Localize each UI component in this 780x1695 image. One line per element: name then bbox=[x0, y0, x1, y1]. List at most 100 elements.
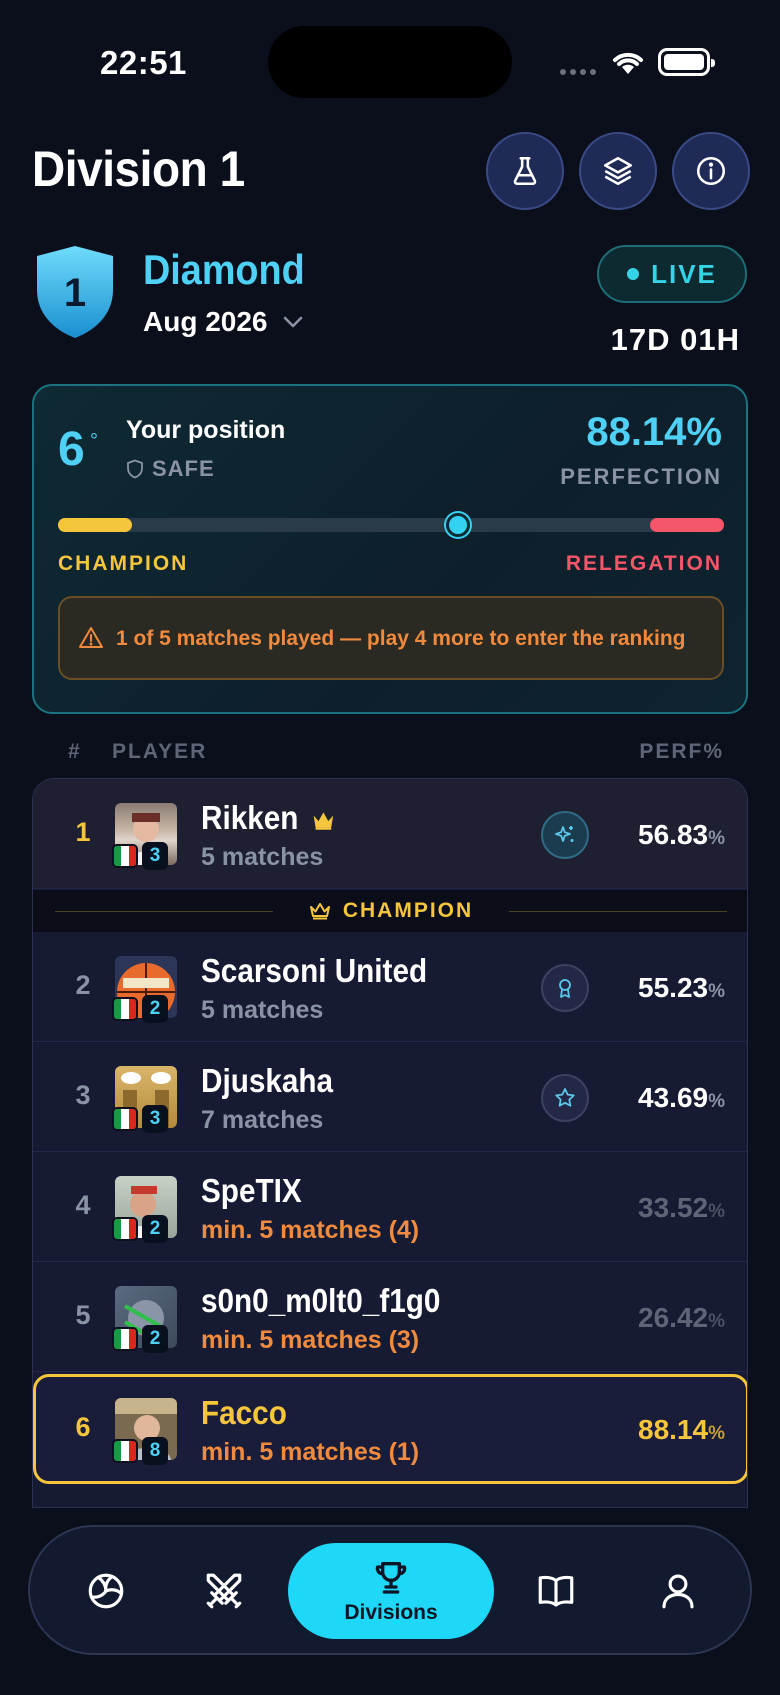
status-bar: 22:51 bbox=[0, 0, 780, 120]
row-rank: 4 bbox=[75, 1190, 91, 1220]
perf-unit: % bbox=[708, 1423, 725, 1444]
champion-separator: CHAMPION bbox=[33, 890, 747, 932]
champion-zone-label: CHAMPION bbox=[58, 552, 189, 575]
player-perf: 26.42% bbox=[638, 1302, 725, 1334]
month-label: Aug 2026 bbox=[143, 306, 268, 337]
flag-italy-icon bbox=[112, 844, 138, 868]
row-rank: 6 bbox=[75, 1412, 91, 1442]
month-selector[interactable]: Aug 2026 bbox=[143, 306, 304, 338]
perf-unit: % bbox=[708, 1311, 725, 1332]
warning-icon bbox=[79, 627, 103, 648]
matches-warning: 1 of 5 matches played — play 4 more to e… bbox=[58, 596, 724, 680]
warning-text: 1 of 5 matches played — play 4 more to e… bbox=[116, 626, 686, 650]
page-title: Division 1 bbox=[32, 141, 245, 197]
level-badge: 2 bbox=[142, 1325, 168, 1353]
perf-value: 55.23 bbox=[638, 972, 709, 1003]
division-shield-icon: 1 bbox=[37, 246, 113, 338]
sparkles-icon bbox=[555, 826, 574, 842]
table-row[interactable]: 2 2 Scarsoni United 5 matches 55.23% bbox=[33, 932, 747, 1042]
nav-rules[interactable] bbox=[524, 1559, 588, 1623]
table-row[interactable]: 3 3 Djuskaha 7 matches 43.69% bbox=[33, 1042, 747, 1152]
status-time: 22:51 bbox=[100, 44, 187, 81]
perf-value: 56.83 bbox=[638, 819, 709, 850]
level-badge: 2 bbox=[142, 1215, 168, 1243]
flag-italy-icon bbox=[112, 1439, 138, 1463]
season-countdown: 17D 01H bbox=[610, 322, 740, 357]
nav-divisions-label: Divisions bbox=[344, 1601, 438, 1624]
info-button[interactable] bbox=[672, 132, 750, 210]
chevron-down-icon bbox=[283, 316, 302, 328]
row-rank: 1 bbox=[75, 817, 91, 847]
row-rank: 5 bbox=[75, 1300, 91, 1330]
player-perf: 33.52% bbox=[638, 1192, 725, 1224]
nav-profile[interactable] bbox=[646, 1559, 710, 1623]
perf-unit: % bbox=[708, 1091, 725, 1112]
table-row-current-user[interactable]: 6 8 Facco min. 5 matches (1) 88.14% bbox=[33, 1374, 747, 1484]
column-rank: # bbox=[68, 740, 82, 763]
player-matches: min. 5 matches (3) bbox=[201, 1326, 420, 1354]
player-name: Scarsoni United bbox=[201, 952, 428, 989]
player-perf: 88.14% bbox=[638, 1414, 725, 1446]
player-matches: min. 5 matches (4) bbox=[201, 1216, 420, 1244]
player-name: Facco bbox=[201, 1394, 287, 1431]
table-row[interactable] bbox=[33, 1494, 747, 1507]
column-player: PLAYER bbox=[112, 740, 208, 763]
table-row[interactable]: 5 2 s0n0_m0lt0_f1g0 min. 5 matches (3) 2… bbox=[33, 1262, 747, 1372]
live-label: LIVE bbox=[651, 258, 717, 289]
player-matches: 5 matches bbox=[201, 996, 324, 1024]
flag-italy-icon bbox=[112, 997, 138, 1021]
position-rank: 6 bbox=[58, 423, 85, 476]
leaderboard-list[interactable]: 1 3 Rikken 5 matches 56.83% CHAMPION 2 2… bbox=[32, 778, 748, 1508]
table-row[interactable]: 4 2 SpeTIX min. 5 matches (4) 33.52% bbox=[33, 1152, 747, 1262]
perfection-label: PERFECTION bbox=[560, 464, 722, 489]
star-icon bbox=[555, 1088, 575, 1107]
standing-bar-track bbox=[58, 518, 724, 532]
trophy-icon bbox=[375, 1562, 407, 1594]
nav-divisions[interactable]: Divisions bbox=[288, 1543, 494, 1639]
volleyball-icon bbox=[88, 1573, 124, 1609]
position-card: 6 ° Your position SAFE 88.14% PERFECTION… bbox=[32, 384, 748, 714]
layers-button[interactable] bbox=[579, 132, 657, 210]
player-matches: 7 matches bbox=[201, 1106, 324, 1134]
player-name: s0n0_m0lt0_f1g0 bbox=[201, 1282, 441, 1319]
relegation-zone-label: RELEGATION bbox=[565, 552, 722, 575]
lab-button[interactable] bbox=[486, 132, 564, 210]
perf-unit: % bbox=[708, 1201, 725, 1222]
level-badge: 3 bbox=[142, 842, 168, 870]
player-name: Djuskaha bbox=[201, 1062, 334, 1099]
level-badge: 8 bbox=[142, 1437, 168, 1465]
position-title: Your position bbox=[126, 416, 286, 444]
achievement-badge[interactable] bbox=[541, 964, 589, 1012]
achievement-badge[interactable] bbox=[541, 811, 589, 859]
column-perf: PERF% bbox=[639, 740, 724, 763]
swords-icon bbox=[206, 1573, 242, 1609]
separator-line bbox=[509, 911, 727, 912]
nav-battles[interactable] bbox=[192, 1559, 256, 1623]
standing-marker bbox=[445, 513, 470, 537]
row-rank: 2 bbox=[75, 970, 91, 1000]
award-icon bbox=[559, 979, 571, 998]
player-matches: 5 matches bbox=[201, 843, 324, 871]
dynamic-island bbox=[268, 26, 512, 98]
flask-icon bbox=[513, 156, 537, 186]
crown-icon bbox=[314, 812, 334, 830]
achievement-badge[interactable] bbox=[541, 1074, 589, 1122]
live-badge: LIVE bbox=[597, 245, 747, 303]
cellular-signal-icon bbox=[560, 62, 600, 80]
champion-zone bbox=[58, 518, 132, 532]
nav-matches[interactable] bbox=[74, 1559, 138, 1623]
info-icon bbox=[696, 156, 726, 186]
relegation-zone bbox=[650, 518, 724, 532]
book-icon bbox=[538, 1575, 574, 1607]
player-matches: min. 5 matches (1) bbox=[201, 1438, 420, 1466]
position-status-label: SAFE bbox=[152, 456, 215, 481]
perf-value: 26.42 bbox=[638, 1302, 709, 1333]
perf-value: 88.14 bbox=[638, 1414, 709, 1445]
row-rank: 3 bbox=[75, 1080, 91, 1110]
bottom-nav: Divisions bbox=[28, 1525, 752, 1655]
player-perf: 55.23% bbox=[638, 972, 725, 1004]
table-row[interactable]: 1 3 Rikken 5 matches 56.83% bbox=[33, 779, 747, 889]
user-icon bbox=[662, 1574, 694, 1609]
shield-outline-icon bbox=[127, 459, 143, 479]
crown-outline-icon bbox=[309, 903, 330, 920]
